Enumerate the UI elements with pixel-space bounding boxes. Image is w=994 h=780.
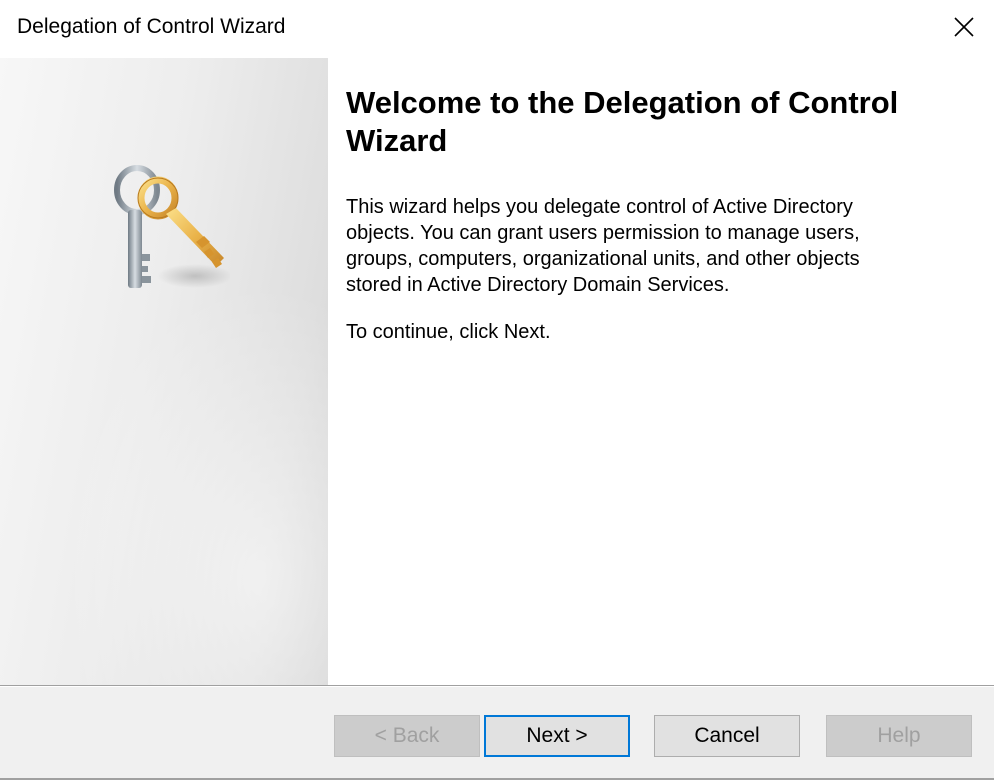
page-title: Welcome to the Delegation of Control Wiz… [346,85,899,158]
wizard-description: This wizard helps you delegate control o… [346,196,860,296]
continue-instruction: To continue, click Next. [346,321,551,343]
cancel-button[interactable]: Cancel [654,715,800,757]
close-button[interactable] [934,0,994,54]
title-bar: Delegation of Control Wizard [0,0,994,58]
window-title: Delegation of Control Wizard [17,15,286,38]
banner-shine [0,58,328,685]
keys-icon [100,158,233,293]
wizard-banner [0,58,328,685]
welcome-content: Welcome to the Delegation of Control Wiz… [346,84,966,345]
button-bar: < Back Next > Cancel Help [0,685,994,780]
next-button[interactable]: Next > [484,715,630,757]
wizard-window: Delegation of Control Wizard Welcome to … [0,0,994,780]
footer-separator [0,686,994,687]
back-button[interactable]: < Back [334,715,480,757]
close-icon [953,16,975,38]
help-button[interactable]: Help [826,715,972,757]
